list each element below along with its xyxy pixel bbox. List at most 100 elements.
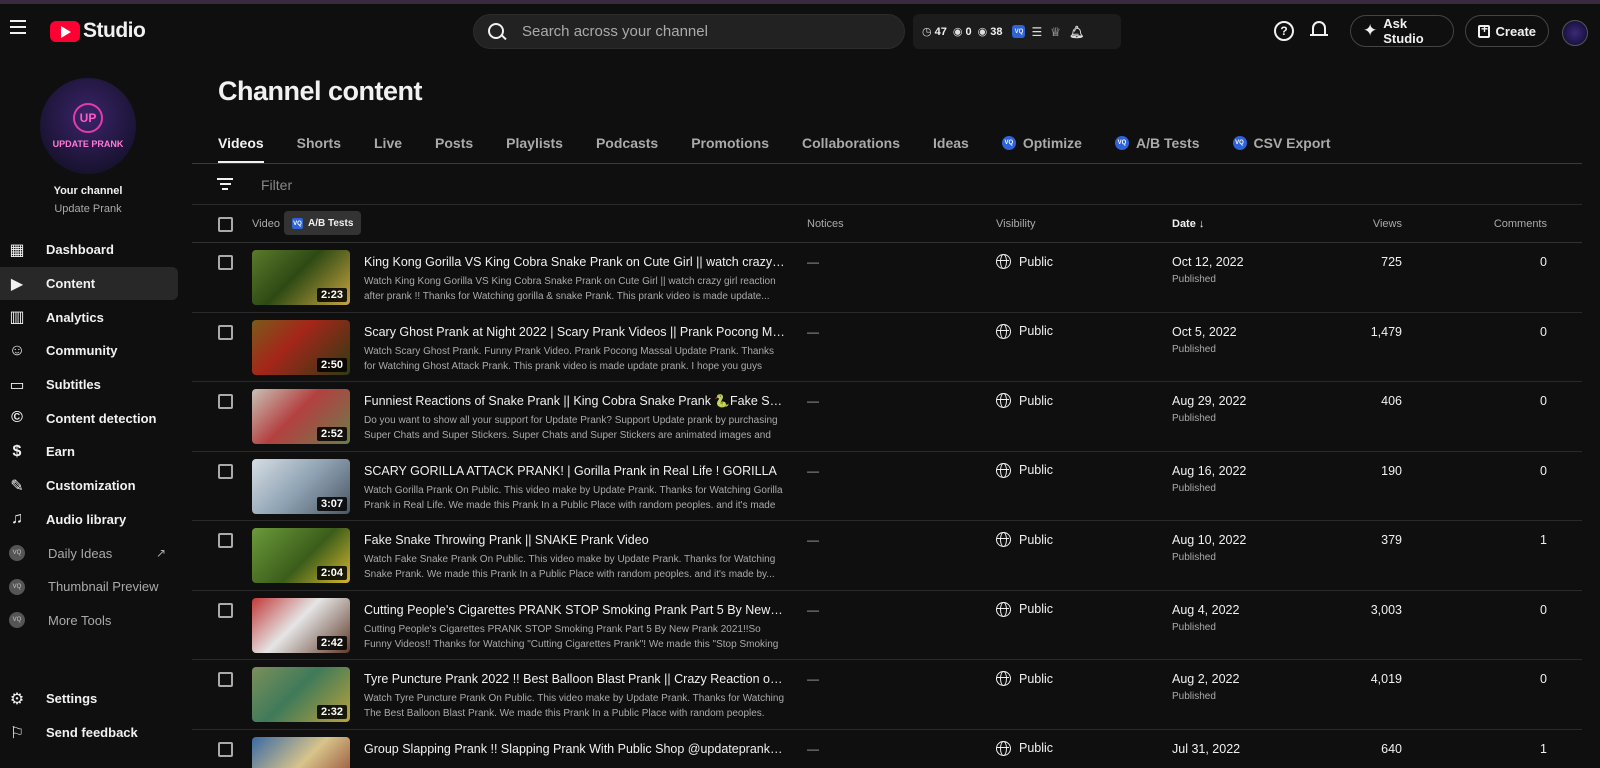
notifications-icon[interactable]: [1309, 19, 1329, 41]
video-row[interactable]: 2:04 Fake Snake Throwing Prank || SNAKE P…: [192, 521, 1582, 591]
analytics-icon: ▥: [9, 309, 25, 327]
ab-tests-chip[interactable]: VQ A/B Tests: [284, 211, 362, 235]
video-row[interactable]: 2:52 Funniest Reactions of Snake Prank ||…: [192, 382, 1582, 452]
sidebar-item-label: Content: [46, 276, 96, 292]
trophy-icon[interactable]: ♕: [1050, 25, 1061, 39]
list-icon[interactable]: ☰: [1031, 25, 1042, 39]
sidebar-item-subtitles[interactable]: ▭ Subtitles: [0, 368, 192, 402]
tab-optimize[interactable]: VQ Optimize: [1001, 128, 1082, 164]
sidebar-item-content[interactable]: ▶ Content: [0, 266, 178, 301]
create-button[interactable]: Create: [1465, 15, 1549, 47]
extension-stats-bar[interactable]: ◷ 47 ◉ 0 ◉ 38 VQ ☰ ♕ 🔔︎: [913, 14, 1121, 49]
tab-ideas[interactable]: Ideas: [933, 128, 969, 164]
visibility-cell[interactable]: Public: [996, 462, 1053, 478]
tab-ab-tests[interactable]: VQ A/B Tests: [1114, 128, 1200, 164]
filter-input[interactable]: [261, 174, 661, 196]
sidebar-item-settings[interactable]: ⚙ Settings: [0, 682, 192, 716]
menu-icon[interactable]: [10, 20, 26, 34]
video-row[interactable]: 2:32 Tyre Puncture Prank 2022 !! Best Bal…: [192, 660, 1582, 730]
video-views: 379: [1381, 533, 1402, 547]
row-checkbox[interactable]: [218, 672, 233, 687]
visibility-cell[interactable]: Public: [996, 532, 1053, 547]
video-title[interactable]: Scary Ghost Prank at Night 2022 | Scary …: [364, 325, 786, 339]
ask-studio-button[interactable]: ✦ Ask Studio: [1350, 15, 1454, 47]
extension-badge-icon: VQ: [1232, 136, 1247, 150]
studio-logo[interactable]: Studio: [50, 19, 146, 43]
video-title[interactable]: Tyre Puncture Prank 2022 !! Best Balloon…: [364, 672, 786, 686]
tab-live[interactable]: Live: [374, 128, 402, 164]
tab-collaborations[interactable]: Collaborations: [802, 128, 900, 164]
video-title[interactable]: Group Slapping Prank !! Slapping Prank W…: [364, 742, 786, 756]
video-thumbnail[interactable]: 3:07: [252, 458, 350, 514]
sidebar-item-thumbnail-preview[interactable]: VQ Thumbnail Preview: [0, 570, 192, 604]
video-thumbnail[interactable]: 2:52: [252, 389, 350, 444]
sidebar-item-audio-library[interactable]: ♫ Audio library: [0, 503, 192, 537]
sidebar-item-earn[interactable]: $ Earn: [0, 435, 192, 469]
sidebar-item-dashboard[interactable]: ▦ Dashboard: [0, 233, 192, 267]
tab-videos[interactable]: Videos: [218, 128, 264, 164]
video-thumbnail[interactable]: 2:04: [252, 528, 350, 583]
video-thumbnail[interactable]: 2:23: [252, 250, 350, 305]
video-title[interactable]: Cutting People's Cigarettes PRANK STOP S…: [364, 603, 786, 617]
help-icon[interactable]: ?: [1274, 21, 1294, 41]
video-thumbnail[interactable]: 2:50: [252, 319, 350, 375]
row-checkbox[interactable]: [218, 533, 233, 548]
channel-avatar[interactable]: UP UPDATE PRANK: [40, 78, 136, 174]
create-label: Create: [1495, 23, 1536, 39]
tab-podcasts[interactable]: Podcasts: [596, 128, 658, 164]
select-all-checkbox[interactable]: [218, 217, 233, 232]
sidebar-item-send-feedback[interactable]: ⚐ Send feedback: [0, 716, 192, 750]
tab-csv-export[interactable]: VQ CSV Export: [1232, 128, 1331, 164]
tab-promotions[interactable]: Promotions: [691, 128, 769, 164]
sidebar-item-more-tools[interactable]: VQ More Tools: [0, 604, 192, 638]
search-input[interactable]: [522, 15, 892, 48]
video-duration: 2:50: [316, 357, 347, 372]
sidebar-item-daily-ideas[interactable]: VQ Daily Ideas ↗: [0, 536, 192, 570]
tab-posts[interactable]: Posts: [435, 128, 473, 164]
video-title[interactable]: Funniest Reactions of Snake Prank || Kin…: [364, 394, 786, 409]
sidebar-item-community[interactable]: ☺ Community: [0, 334, 192, 368]
row-checkbox[interactable]: [218, 602, 233, 618]
search-icon[interactable]: [488, 23, 506, 41]
sidebar-item-analytics[interactable]: ▥ Analytics: [0, 300, 192, 334]
row-checkbox[interactable]: [218, 324, 233, 340]
globe-icon: [996, 740, 1011, 756]
search-box[interactable]: [473, 14, 905, 49]
views-stat-b: ◉ 38: [977, 25, 1003, 39]
filter-icon[interactable]: [217, 178, 233, 190]
extension-badge-icon: VQ: [292, 218, 303, 229]
row-checkbox[interactable]: [218, 741, 233, 757]
visibility-cell[interactable]: Public: [996, 671, 1053, 686]
video-thumbnail[interactable]: 2:32: [252, 667, 350, 722]
video-thumbnail[interactable]: 2:42: [252, 597, 350, 653]
visibility-cell[interactable]: Public: [996, 393, 1053, 408]
video-thumbnail[interactable]: [252, 736, 350, 768]
sidebar-item-content-detection[interactable]: © Content detection: [0, 401, 192, 435]
visibility-cell[interactable]: Public: [996, 601, 1053, 617]
column-date[interactable]: Date ↓: [1172, 218, 1204, 230]
video-title[interactable]: King Kong Gorilla VS King Cobra Snake Pr…: [364, 255, 786, 269]
sidebar-item-label: Settings: [46, 691, 98, 707]
video-row[interactable]: Group Slapping Prank !! Slapping Prank W…: [192, 730, 1582, 768]
visibility-cell[interactable]: Public: [996, 323, 1053, 339]
sidebar-item-customization[interactable]: ✎ Customization: [0, 469, 192, 503]
sidebar-item-label: Daily Ideas: [48, 545, 113, 561]
extension-badge-icon[interactable]: VQ: [1012, 25, 1026, 38]
tab-shorts[interactable]: Shorts: [297, 128, 341, 164]
row-checkbox[interactable]: [218, 394, 233, 409]
video-row[interactable]: 3:07 SCARY GORILLA ATTACK PRANK! | Gorill…: [192, 452, 1582, 521]
video-row[interactable]: 2:23 King Kong Gorilla VS King Cobra Snak…: [192, 243, 1582, 313]
account-avatar[interactable]: [1562, 20, 1588, 46]
video-title[interactable]: Fake Snake Throwing Prank || SNAKE Prank…: [364, 533, 786, 547]
video-title[interactable]: SCARY GORILLA ATTACK PRANK! | Gorilla Pr…: [364, 464, 786, 478]
visibility-cell[interactable]: Public: [996, 740, 1053, 756]
tab-playlists[interactable]: Playlists: [506, 128, 563, 164]
visibility-cell[interactable]: Public: [996, 254, 1053, 269]
bell-small-icon[interactable]: 🔔︎: [1069, 25, 1084, 39]
video-row[interactable]: 2:42 Cutting People's Cigarettes PRANK ST…: [192, 591, 1582, 660]
create-video-icon: [1478, 22, 1490, 38]
row-checkbox[interactable]: [218, 463, 233, 479]
video-row[interactable]: 2:50 Scary Ghost Prank at Night 2022 | Sc…: [192, 313, 1582, 382]
video-comments: 0: [1540, 394, 1547, 408]
row-checkbox[interactable]: [218, 255, 233, 270]
